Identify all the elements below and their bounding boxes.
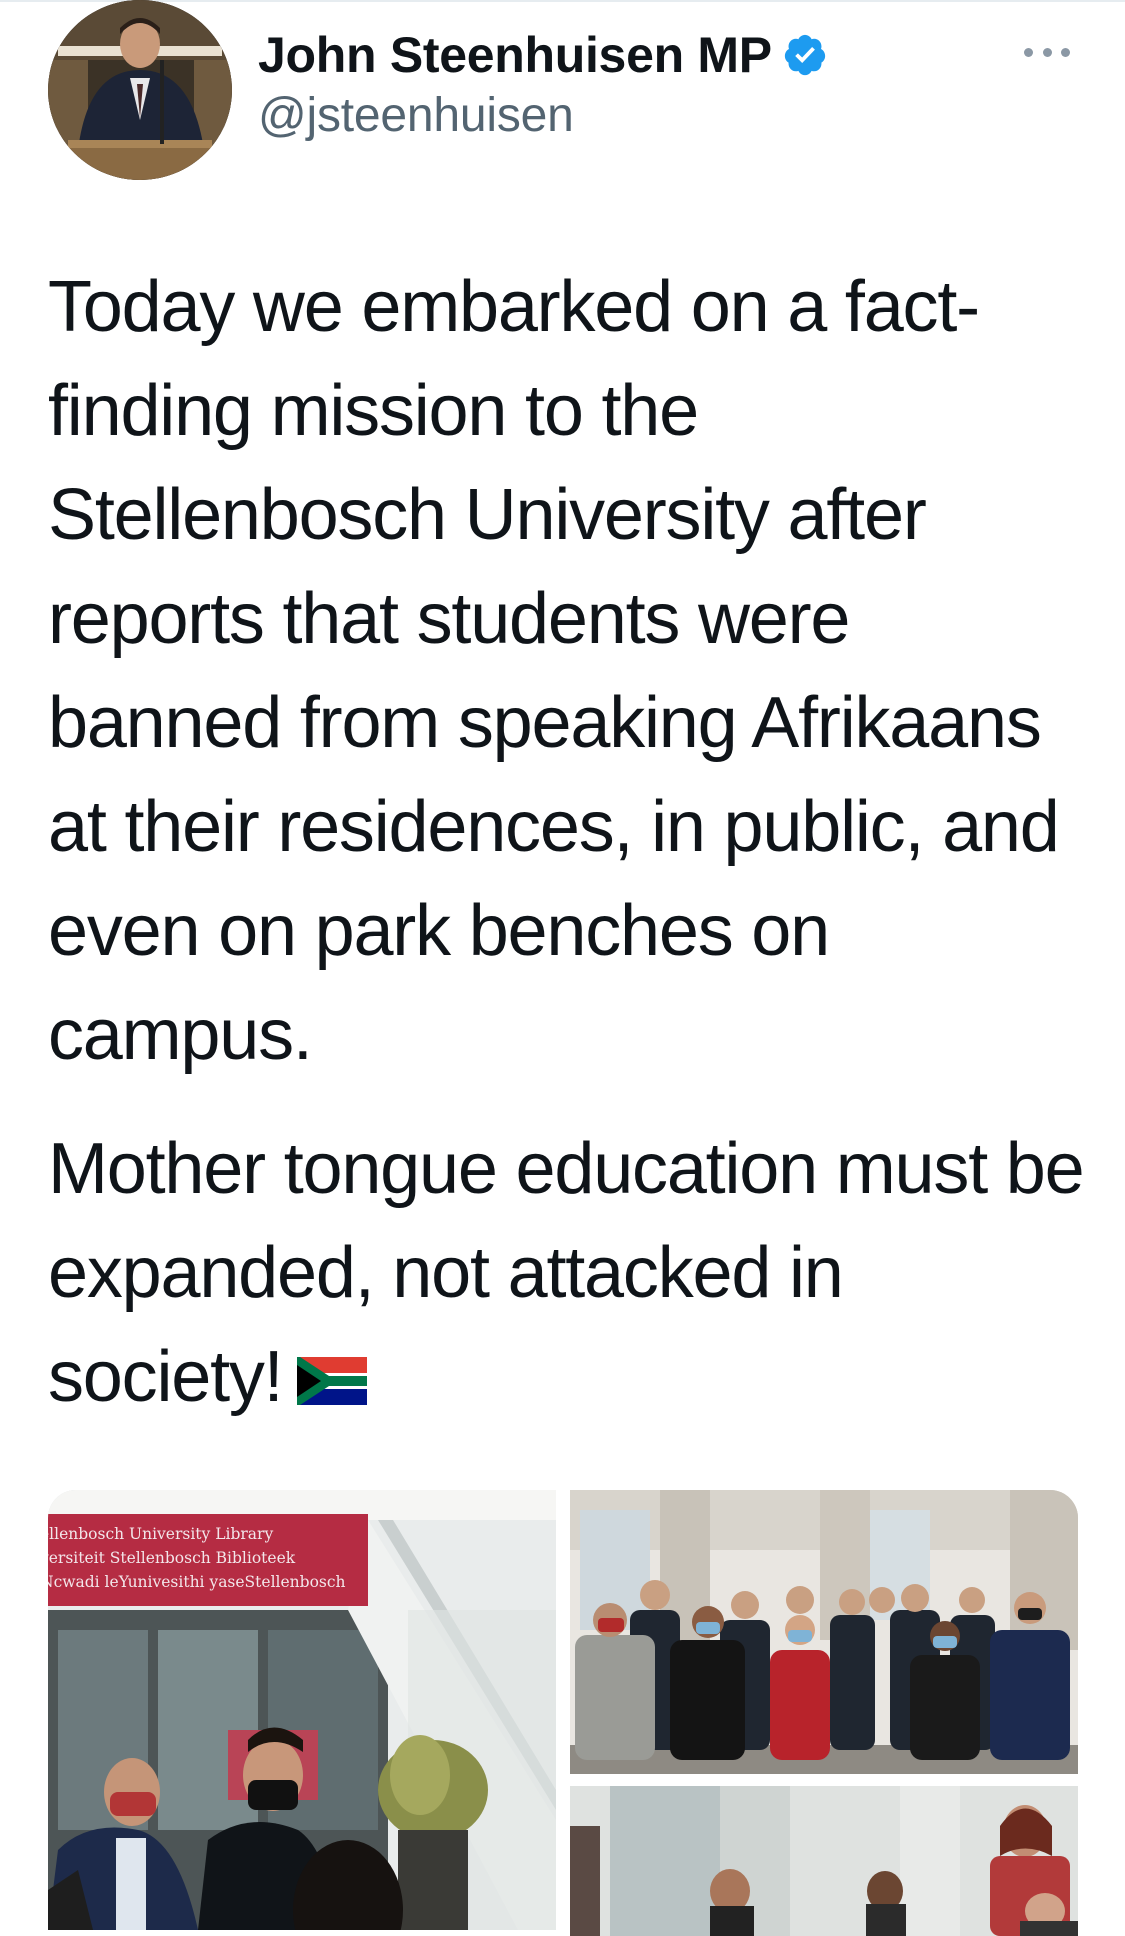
library-sign: ellenbosch University Library versiteit … [48, 1514, 368, 1606]
tweet-paragraph-1: Today we embarked on a fact-finding miss… [48, 267, 1060, 1075]
author-handle[interactable]: @jsteenhuisen [258, 88, 574, 143]
top-divider [0, 0, 1125, 2]
media-photo-meeting[interactable] [570, 1786, 1078, 1936]
more-dot-icon [1042, 47, 1052, 57]
tweet-media-grid: ellenbosch University Library versiteit … [48, 1490, 1078, 1936]
library-sign-line: versiteit Stellenbosch Biblioteek [48, 1549, 296, 1567]
group-photo [570, 1490, 1078, 1774]
author-avatar[interactable] [48, 0, 232, 180]
more-dot-icon [1024, 47, 1033, 57]
tweet-paragraph-2: Mother tongue education must be expanded… [48, 1117, 1088, 1429]
author-name-row[interactable]: John Steenhuisen MP [258, 22, 828, 88]
verified-badge-icon [782, 32, 828, 78]
library-sign-line: Ncwadi leYunivesithi yaseStellenbosch [48, 1573, 346, 1591]
more-options-icon[interactable] [1024, 40, 1070, 64]
more-dot-icon [1061, 47, 1070, 57]
media-photo-library[interactable]: ellenbosch University Library versiteit … [48, 1490, 556, 1930]
author-display-name[interactable]: John Steenhuisen MP [258, 26, 772, 84]
tweet-paragraph-2-text: Mother tongue education must be expanded… [48, 1129, 1085, 1417]
library-sign-line: ellenbosch University Library [48, 1525, 274, 1543]
meeting-photo [570, 1786, 1078, 1936]
avatar-photo [48, 0, 232, 180]
tweet-text: Today we embarked on a fact-finding miss… [48, 255, 1088, 1429]
media-photo-group[interactable] [570, 1490, 1078, 1774]
south-africa-flag-icon [296, 1329, 367, 1407]
